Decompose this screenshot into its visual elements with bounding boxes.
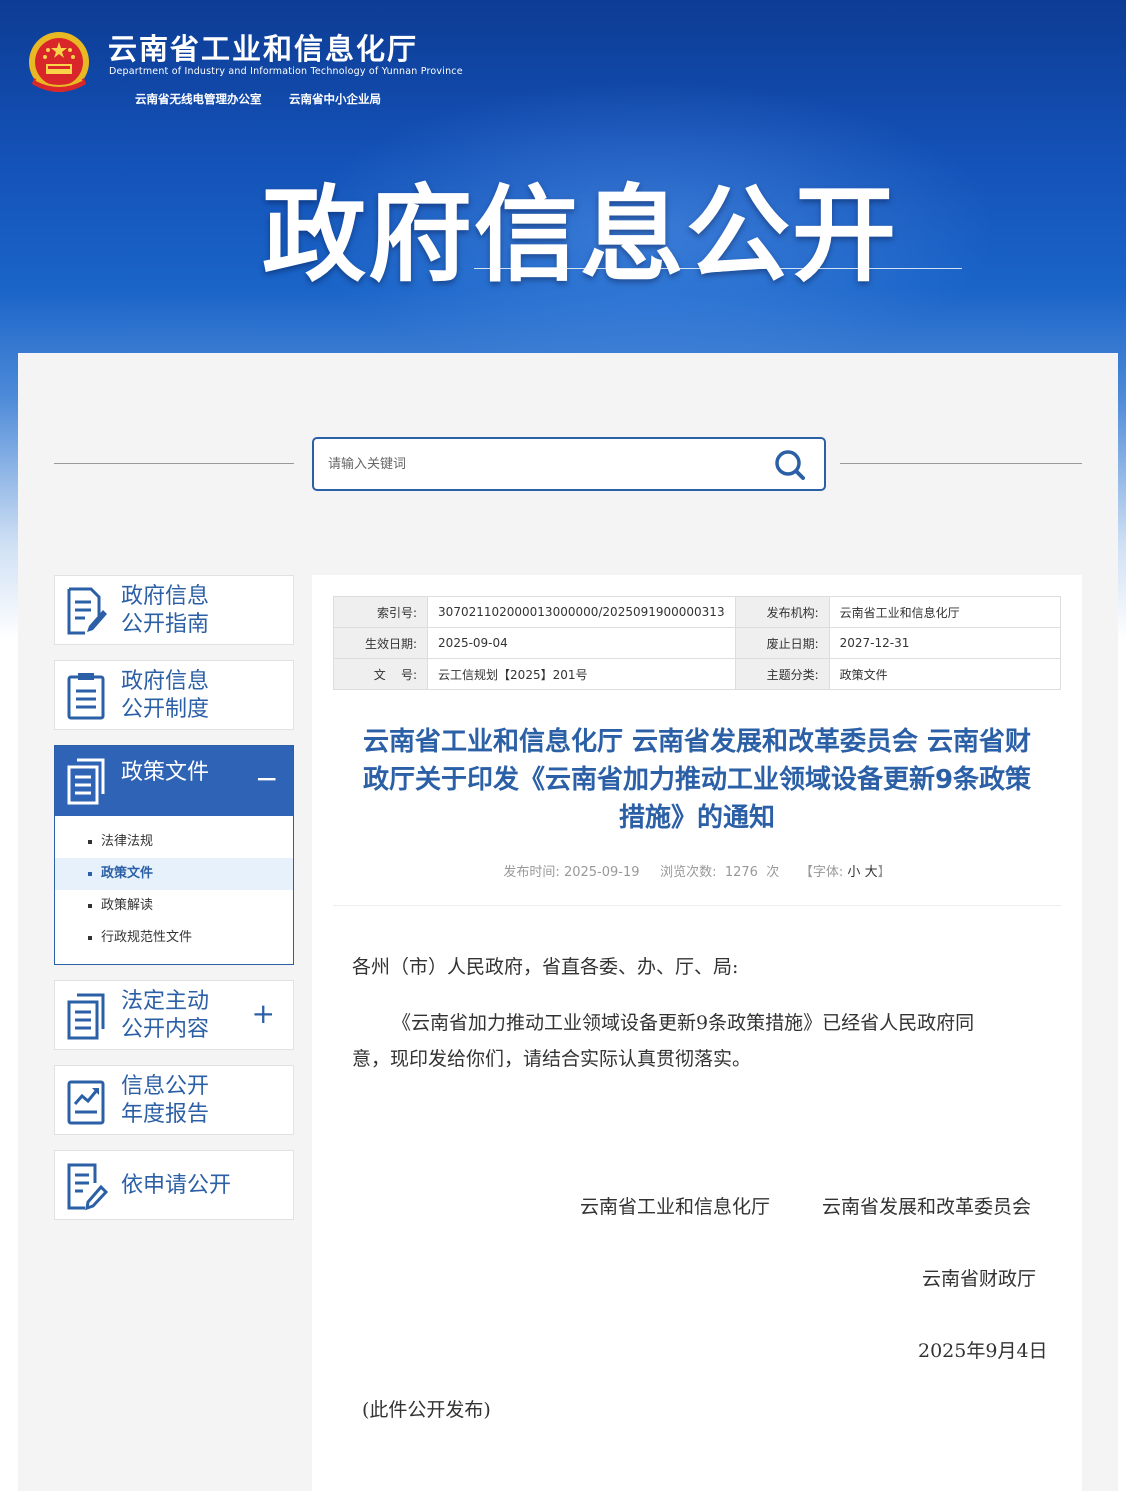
sub-item-laws[interactable]: 法律法规	[55, 826, 293, 858]
sidebar-item-label: 信息公开 年度报告	[121, 1074, 210, 1127]
font-large-button[interactable]: 大	[865, 865, 878, 880]
body-paragraph-line-2: 意，现印发给你们，请结合实际认真贯彻落实。	[352, 1048, 752, 1070]
meta-docno-label: 文 号:	[332, 658, 429, 690]
meta-docno-value: 云工信规划【2025】201号	[427, 658, 736, 690]
meta-topic-value: 政策文件	[828, 658, 1062, 690]
search-divider-right	[840, 463, 1082, 464]
sub-item-policy-interpretation[interactable]: 政策解读	[55, 890, 293, 922]
banner-title: 政府信息公开	[262, 174, 899, 296]
font-size-label: 【字体:	[799, 865, 844, 880]
views-count: 1276	[724, 865, 758, 880]
search-divider-left	[54, 463, 294, 464]
body-paragraph-line-1: 《云南省加力推动工业领域设备更新9条政策措施》已经省人民政府同	[392, 1012, 975, 1034]
document-meta-table: 索引号: 307021102000013000000/2025091900000…	[332, 596, 1062, 690]
org-name: 云南省工业和信息化厅	[108, 32, 419, 66]
publish-time: 2025-09-19	[563, 865, 640, 880]
edit-document-icon	[67, 1163, 109, 1211]
search-icon[interactable]	[770, 447, 810, 483]
font-size-end: 】	[877, 865, 891, 880]
banner-underline	[474, 268, 962, 269]
article-divider	[333, 905, 1061, 906]
sidebar-item-label: 依申请公开	[121, 1173, 232, 1198]
signatory-2: 云南省发展和改革委员会	[822, 1196, 1032, 1218]
sub-item-normative-docs[interactable]: 行政规范性文件	[55, 922, 293, 954]
search-bar	[312, 437, 826, 491]
sidebar-item-on-request[interactable]: 依申请公开	[54, 1150, 294, 1220]
sidebar-item-label: 法定主动 公开内容	[121, 989, 210, 1042]
clipboard-icon	[67, 673, 105, 720]
national-emblem-icon	[29, 32, 89, 92]
signatory-1: 云南省工业和信息化厅	[580, 1196, 771, 1218]
search-input[interactable]	[328, 451, 748, 477]
sidebar-item-statutory-content[interactable]: 法定主动 公开内容 +	[54, 980, 294, 1050]
sidebar-item-label: 政府信息 公开制度	[121, 669, 210, 722]
meta-expire-value: 2027-12-31	[828, 627, 1062, 659]
collapse-toggle[interactable]: −	[255, 762, 278, 795]
font-small-button[interactable]: 小	[847, 865, 860, 880]
chart-report-icon	[67, 1080, 105, 1125]
files-icon	[67, 758, 105, 805]
meta-effective-label: 生效日期:	[332, 627, 429, 659]
views-unit: 次	[766, 865, 780, 880]
publish-time-label: 发布时间:	[503, 865, 560, 880]
files-icon	[67, 993, 105, 1040]
article-info-bar: 发布时间: 2025-09-19 浏览次数: 1276 次 【字体: 小 大】	[312, 861, 1082, 880]
views-label: 浏览次数:	[660, 865, 717, 880]
article-container: 索引号: 307021102000013000000/2025091900000…	[312, 575, 1082, 1491]
salutation: 各州（市）人民政府，省直各委、办、厅、局:	[352, 956, 739, 978]
sub-org-sme-bureau[interactable]: 云南省中小企业局	[289, 91, 381, 107]
sub-org-radio-office[interactable]: 云南省无线电管理办公室	[135, 91, 262, 107]
sidebar-item-disclosure-guide[interactable]: 政府信息 公开指南	[54, 575, 294, 645]
sidebar-item-annual-report[interactable]: 信息公开 年度报告	[54, 1065, 294, 1135]
sign-date: 2025年9月4日	[918, 1340, 1048, 1362]
sidebar-item-policy-documents: 政策文件 − 法律法规 政策文件 政策解读 行政规范性文件	[54, 745, 294, 965]
publication-note: (此件公开发布)	[362, 1399, 491, 1421]
sidebar-item-label: 政策文件	[121, 760, 210, 785]
meta-expire-label: 废止日期:	[734, 627, 830, 659]
sidebar-item-disclosure-system[interactable]: 政府信息 公开制度	[54, 660, 294, 730]
meta-effective-value: 2025-09-04	[427, 627, 736, 659]
meta-publisher-label: 发布机构:	[734, 596, 830, 628]
signatory-3: 云南省财政厅	[922, 1268, 1037, 1290]
sidebar-group-header[interactable]: 政策文件 −	[55, 746, 293, 816]
meta-publisher-value: 云南省工业和信息化厅	[828, 596, 1062, 628]
sub-item-policy-docs[interactable]: 政策文件	[55, 858, 293, 890]
meta-index-value: 307021102000013000000/2025091900000313	[427, 596, 736, 628]
document-pen-icon	[67, 587, 107, 635]
meta-topic-label: 主题分类:	[734, 658, 830, 690]
expand-toggle[interactable]: +	[252, 999, 275, 1029]
sidebar-item-label: 政府信息 公开指南	[121, 584, 210, 637]
meta-index-label: 索引号:	[332, 596, 429, 628]
org-name-en: Department of Industry and Information T…	[109, 66, 463, 77]
article-title: 云南省工业和信息化厅 云南省发展和改革委员会 云南省财 政厅关于印发《云南省加力…	[362, 727, 1032, 833]
